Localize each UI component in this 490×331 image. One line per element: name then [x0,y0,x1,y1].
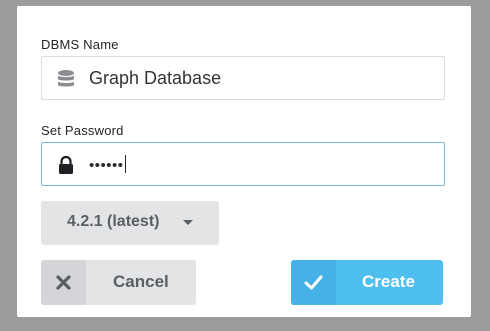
create-label: Create [362,272,415,291]
password-value: •••••• [89,155,126,174]
cancel-button[interactable]: Cancel [41,260,196,305]
version-label: 4.2.1 (latest) [67,213,160,230]
version-dropdown[interactable]: 4.2.1 (latest) [41,201,219,245]
dbms-name-value: Graph Database [89,68,222,88]
create-button[interactable]: Create [291,260,443,305]
dbms-name-input[interactable]: Graph Database [41,56,445,100]
text-caret [124,155,126,173]
dbms-name-label: DBMS Name [41,37,119,52]
close-icon [41,260,86,305]
database-icon [56,69,76,89]
cancel-label: Cancel [113,272,169,291]
check-icon [291,260,336,305]
create-dbms-dialog: DBMS Name Graph Database Set Password ••… [17,6,471,317]
password-label: Set Password [41,123,124,138]
password-input[interactable]: •••••• [41,142,445,186]
chevron-down-icon [183,220,193,225]
lock-icon [56,155,76,175]
